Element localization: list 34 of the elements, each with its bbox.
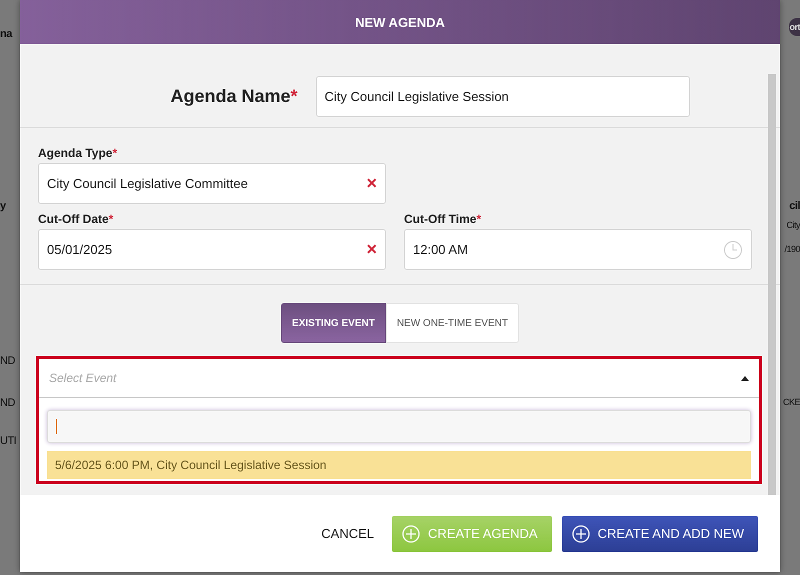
create-button[interactable]: CREATE AND ADD NEW	[562, 516, 758, 552]
cancel-button[interactable]: CANCEL	[321, 516, 374, 552]
caret-icon[interactable]	[741, 376, 749, 380]
time-field[interactable]: 12:00 AM	[404, 229, 752, 270]
event-option[interactable]: 5/6/2025 6:00 PM, City Council Legislative Session	[47, 451, 751, 479]
event-tab[interactable]: NEW ONE-TIME EVENT	[386, 303, 519, 343]
background-text: ND	[0, 355, 15, 367]
field-label: Cut-Off Time*	[404, 212, 482, 226]
event-select[interactable]: Select Event 5/6/2025 6:00 PM, City Council Legislative Session	[36, 356, 762, 484]
date-field[interactable]: 05/01/2025 ×	[38, 229, 386, 270]
background-text: ND	[0, 397, 15, 409]
scrollbar[interactable]	[768, 74, 776, 495]
field-label: Agenda Name*	[170, 86, 298, 106]
agenda-name-field[interactable]: City Council Legislative Session	[316, 76, 690, 116]
agenda-type-field[interactable]: City Council Legislative Committee ×	[38, 163, 386, 204]
event-tab[interactable]: EXISTING EVENT	[281, 303, 386, 343]
placeholder-text: Select Event	[49, 371, 116, 385]
clock-icon[interactable]	[723, 240, 743, 260]
search-field[interactable]	[47, 410, 751, 443]
clear-icon[interactable]: ×	[366, 239, 377, 260]
background-text: cil	[789, 200, 800, 212]
plus-icon	[572, 524, 590, 542]
background-button[interactable]: ort	[788, 18, 800, 36]
background-text: City	[786, 220, 800, 230]
background-text: na	[0, 28, 12, 40]
dialog-title: NEW AGENDA	[355, 14, 445, 30]
field-label: Agenda Type*	[38, 146, 118, 160]
field-label: Cut-Off Date*	[38, 212, 114, 226]
clear-icon[interactable]: ×	[366, 173, 377, 194]
background-text: y	[0, 200, 6, 212]
plus-icon	[402, 524, 420, 542]
background-text: UTI	[0, 435, 16, 447]
background-text: /190	[784, 244, 800, 254]
background-text: CKE	[782, 397, 800, 407]
